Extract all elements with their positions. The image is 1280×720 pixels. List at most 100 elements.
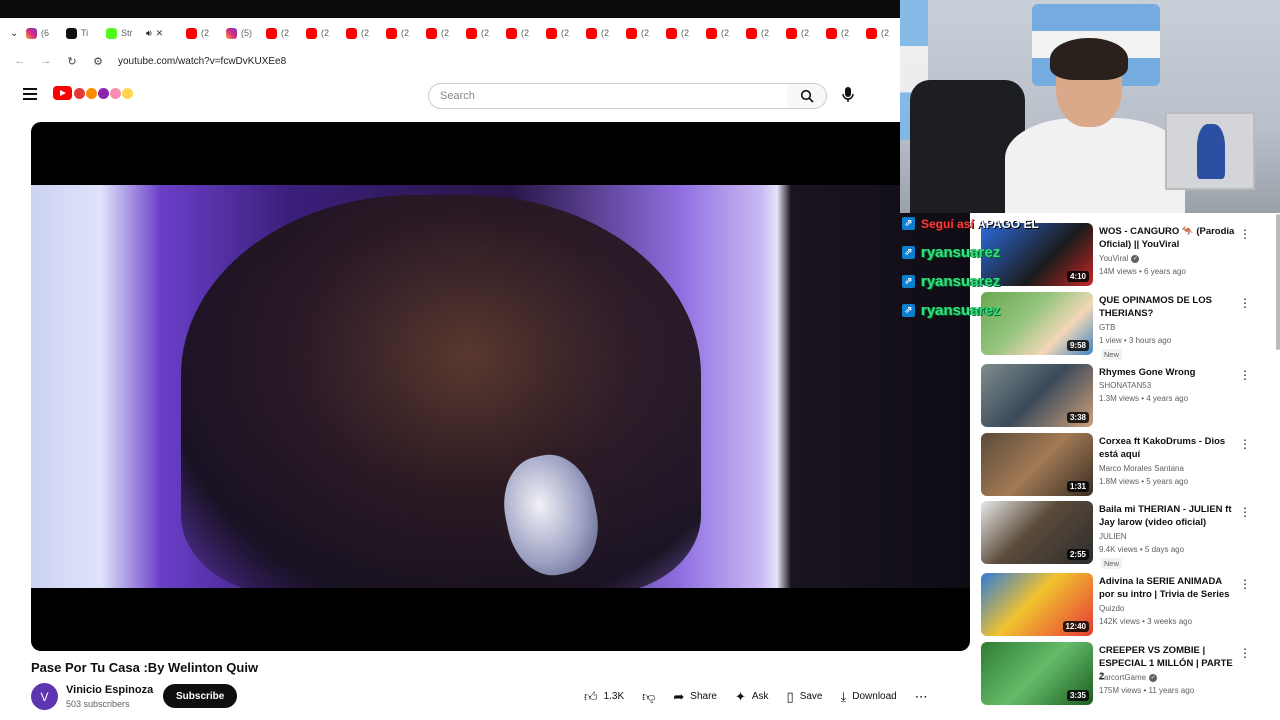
dislike-button[interactable]: 👎︎ <box>642 686 655 706</box>
search-input[interactable]: Search <box>428 83 788 109</box>
browser-tab[interactable]: Ti <box>60 18 100 48</box>
browser-tab[interactable]: (2 <box>660 18 700 48</box>
browser-tab[interactable]: (2 <box>340 18 380 48</box>
browser-tab[interactable]: (2 <box>500 18 540 48</box>
more-actions-button[interactable]: ⋯ <box>915 686 928 706</box>
kick-icon <box>106 27 117 39</box>
recommended-title[interactable]: Rhymes Gone Wrong <box>1099 366 1237 379</box>
youtube-icon <box>546 27 557 39</box>
site-settings-icon[interactable]: ⚙ <box>92 55 104 68</box>
recommended-video[interactable]: 12:40 Adivina la SERIE ANIMADA por su int… <box>981 573 1271 639</box>
recommended-channel[interactable]: JULIEN <box>1099 532 1127 541</box>
browser-tab[interactable]: (2 <box>300 18 340 48</box>
browser-tab[interactable]: Str <box>100 18 140 48</box>
forward-icon[interactable]: → <box>40 55 52 67</box>
ask-button[interactable]: ✦ Ask <box>735 686 769 706</box>
video-player[interactable] <box>31 122 970 651</box>
share-button[interactable]: ➦ Share <box>673 686 717 706</box>
browser-tab[interactable]: (2 <box>620 18 660 48</box>
video-thumbnail[interactable]: 2:55 <box>981 501 1093 564</box>
download-button[interactable]: ⤓ Download <box>841 686 897 706</box>
save-button[interactable]: ▯ Save <box>787 686 823 706</box>
voice-search-button[interactable] <box>842 86 854 109</box>
channel-label: JULIEN <box>1099 532 1127 541</box>
streamer-hair <box>1050 38 1128 80</box>
tab-label: (2 <box>841 28 850 38</box>
browser-tab[interactable]: (2 <box>700 18 740 48</box>
more-options-icon[interactable]: ⋮ <box>1239 227 1251 241</box>
recommended-channel[interactable]: ZarcortGame ✓ <box>1099 673 1158 682</box>
browser-tab[interactable]: (2 <box>860 18 900 48</box>
share-label: Share <box>690 690 717 702</box>
tab-label: (5) <box>241 28 252 38</box>
recommended-title[interactable]: Corxea ft KakoDrums - Dios está aquí <box>1099 435 1237 461</box>
back-icon[interactable]: ← <box>14 55 26 67</box>
video-thumbnail[interactable]: 3:35 <box>981 642 1093 705</box>
bookmark-icon: ▯ <box>786 688 794 704</box>
video-thumbnail[interactable]: 12:40 <box>981 573 1093 636</box>
recommended-channel[interactable]: Marco Morales Santana <box>1099 464 1184 473</box>
browser-tab[interactable]: (2 <box>540 18 580 48</box>
youtube-logo[interactable] <box>53 86 133 100</box>
url-field[interactable]: youtube.com/watch?v=fcwDvKUXEe8 <box>118 56 286 67</box>
tab-search-dropdown-icon[interactable]: ⌄ <box>10 28 20 39</box>
channel-name[interactable]: Vinicio Espinoza <box>66 684 153 696</box>
more-options-icon[interactable]: ⋮ <box>1239 577 1251 591</box>
browser-tab[interactable]: (5) <box>220 18 260 48</box>
recommended-title[interactable]: Baila mi THERIAN - JULIEN ft Jay larow (… <box>1099 503 1237 529</box>
recommended-channel[interactable]: SHONATAN53 <box>1099 381 1151 390</box>
browser-tab[interactable]: (2 <box>780 18 820 48</box>
video-thumbnail[interactable]: 3:38 <box>981 364 1093 427</box>
stream-chat-overlay: ⇗ Seguí así APAGO EL ⇗ ryansuarez ⇗ ryan… <box>902 209 1117 325</box>
recommended-title[interactable]: QUE OPINAMOS DE LOS THERIANS? <box>1099 294 1237 320</box>
browser-tab[interactable]: (2 <box>820 18 860 48</box>
recommended-title[interactable]: Adivina la SERIE ANIMADA por su intro | … <box>1099 575 1237 601</box>
chat-message: ⇗ ryansuarez <box>902 296 1117 325</box>
more-options-icon[interactable]: ⋮ <box>1239 368 1251 382</box>
close-tab-icon[interactable]: ✕ <box>156 28 164 39</box>
recommended-meta: 175M views • 11 years ago <box>1099 686 1195 695</box>
more-options-icon[interactable]: ⋮ <box>1239 505 1251 519</box>
more-options-icon[interactable]: ⋮ <box>1239 437 1251 451</box>
verified-badge-icon: ✓ <box>1131 254 1140 263</box>
more-options-icon[interactable]: ⋮ <box>1239 296 1251 310</box>
browser-tab[interactable]: 🔊︎ ✕ <box>140 18 180 48</box>
menu-icon[interactable] <box>23 88 37 103</box>
chat-message: ⇗ ryansuarez <box>902 238 1117 267</box>
recommended-meta: 142K views • 3 weeks ago <box>1099 617 1193 626</box>
recommended-video[interactable]: 3:35 CREEPER VS ZOMBIE | ESPECIAL 1 MILLÓ… <box>981 642 1271 708</box>
more-options-icon[interactable]: ⋮ <box>1239 646 1251 660</box>
download-icon: ⤓ <box>840 688 847 704</box>
tiktok-icon <box>66 27 77 39</box>
tab-label: (2 <box>281 28 290 38</box>
reload-icon[interactable]: ↻ <box>66 55 78 68</box>
recommended-video[interactable]: 1:31 Corxea ft KakoDrums - Dios está aquí… <box>981 433 1271 499</box>
channel-avatar[interactable]: V <box>31 683 58 710</box>
scrollbar-thumb[interactable] <box>1276 214 1280 350</box>
chat-username: ryansuarez <box>921 273 1001 290</box>
tab-label: (6 <box>41 28 50 38</box>
audio-playing-icon[interactable]: 🔊︎ <box>146 28 152 39</box>
microphone-icon <box>842 87 854 102</box>
ask-label: Ask <box>751 690 769 702</box>
channel-label: ZarcortGame <box>1099 673 1147 682</box>
subscribe-button[interactable]: Subscribe <box>163 684 238 708</box>
search-button[interactable] <box>787 83 827 109</box>
wall-poster <box>1165 112 1255 190</box>
recommended-video[interactable]: 3:38 Rhymes Gone Wrong SHONATAN53 1.3M view… <box>981 364 1271 430</box>
browser-tab[interactable]: (2 <box>580 18 620 48</box>
video-duration: 9:58 <box>1066 340 1089 351</box>
browser-tab[interactable]: (2 <box>420 18 460 48</box>
browser-tab[interactable]: (2 <box>460 18 500 48</box>
browser-tab[interactable]: (6 <box>20 18 60 48</box>
recommended-channel[interactable]: Quizdo <box>1099 604 1124 613</box>
like-button[interactable]: 👍︎ 1.3K <box>584 686 624 706</box>
browser-tab[interactable]: (2 <box>380 18 420 48</box>
browser-tab[interactable]: (2 <box>260 18 300 48</box>
video-thumbnail[interactable]: 1:31 <box>981 433 1093 496</box>
recommended-title[interactable]: WOS - CANGURO 🦘 (Parodia Oficial) || You… <box>1099 225 1237 251</box>
recommended-video[interactable]: 2:55 Baila mi THERIAN - JULIEN ft Jay lar… <box>981 501 1271 569</box>
browser-tab[interactable]: (2 <box>740 18 780 48</box>
browser-tab[interactable]: (2 <box>180 18 220 48</box>
chat-text-white: APAGO EL <box>977 216 1039 231</box>
